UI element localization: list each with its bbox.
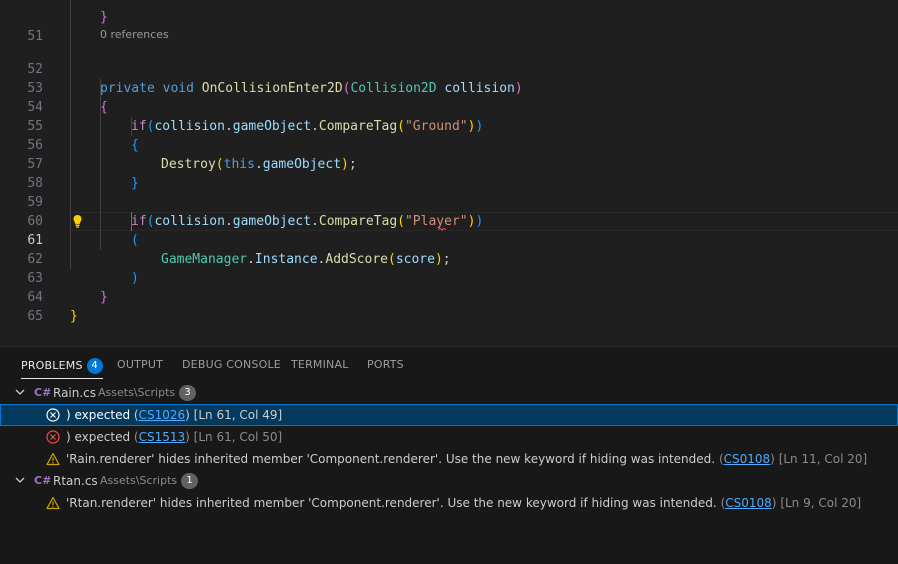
chevron-down-icon[interactable] xyxy=(14,382,26,404)
code-editor[interactable]: } 51 0 references 52 private void OnColl… xyxy=(0,0,898,346)
warning-icon xyxy=(46,452,60,466)
problem-message: ) expected (CS1026) [Ln 61, Col 49] xyxy=(66,408,283,422)
file-path: Assets\Scripts xyxy=(100,474,178,487)
problem-location: [Ln 11, Col 20] xyxy=(778,452,868,466)
problems-count-badge: 4 xyxy=(86,358,103,374)
indent-guide xyxy=(100,79,101,250)
code-line-61[interactable]: 61 GameManager.Instance.AddScore(score); xyxy=(0,212,898,267)
code-line-50[interactable]: } xyxy=(0,0,898,25)
code-line-54[interactable]: 54 if(collision.gameObject.CompareTag("G… xyxy=(0,79,898,134)
problem-item[interactable]: ) expected (CS1513) [Ln 61, Col 50] xyxy=(0,426,898,448)
problem-location: [Ln 61, Col 49] xyxy=(193,408,283,422)
problem-item[interactable]: ) expected (CS1026) [Ln 61, Col 49] xyxy=(0,404,898,426)
tab-label: PROBLEMS xyxy=(21,359,83,372)
csharp-file-icon: C# xyxy=(34,474,52,487)
problem-item[interactable]: 'Rtan.renderer' hides inherited member '… xyxy=(0,492,898,514)
problem-item[interactable]: 'Rain.renderer' hides inherited member '… xyxy=(0,448,898,470)
code-line-60[interactable]: 60 ( xyxy=(0,193,898,248)
code-line-64[interactable]: 64 } xyxy=(0,269,898,324)
csharp-file-icon: C# xyxy=(34,386,52,399)
error-icon xyxy=(46,408,60,422)
file-path: Assets\Scripts xyxy=(98,386,176,399)
problem-count-badge: 1 xyxy=(181,473,198,489)
indent-guide-active xyxy=(131,212,132,231)
error-icon xyxy=(46,430,60,444)
code-line-58[interactable]: 58 xyxy=(0,155,898,191)
tab-output[interactable]: OUTPUT xyxy=(117,358,163,378)
tab-problems[interactable]: PROBLEMS 4 xyxy=(21,358,103,379)
problem-file-group[interactable]: C# Rain.cs Assets\Scripts 3 xyxy=(0,382,898,404)
lightbulb-icon[interactable] xyxy=(71,212,84,231)
code-line-63[interactable]: 63 } xyxy=(0,250,898,305)
line-number: 65 xyxy=(27,309,43,324)
indent-guide xyxy=(70,0,71,269)
code-line-62[interactable]: 62 ) xyxy=(0,231,898,286)
code-line-55[interactable]: 55 { xyxy=(0,98,898,153)
code-line-51[interactable]: 51 xyxy=(0,8,898,44)
chevron-down-icon[interactable] xyxy=(14,470,26,492)
tab-ports[interactable]: PORTS xyxy=(367,358,404,378)
code-line-53[interactable]: 53 { xyxy=(0,60,898,115)
tab-debug-console[interactable]: DEBUG CONSOLE xyxy=(182,358,281,378)
problem-location: [Ln 9, Col 20] xyxy=(780,496,862,510)
warning-icon xyxy=(46,496,60,510)
indent-guide xyxy=(131,117,132,136)
tab-terminal[interactable]: TERMINAL xyxy=(291,358,349,378)
code-line-57[interactable]: 57 } xyxy=(0,136,898,191)
code-line-65[interactable]: 65 xyxy=(0,288,898,324)
problem-location: [Ln 61, Col 50] xyxy=(193,430,283,444)
problem-file-group[interactable]: C# Rtan.cs Assets\Scripts 1 xyxy=(0,470,898,492)
problem-message: ) expected (CS1513) [Ln 61, Col 50] xyxy=(66,430,283,444)
codelens-references[interactable]: 0 references xyxy=(100,28,169,41)
file-name: Rain.cs xyxy=(53,386,97,400)
code-line-52[interactable]: 52 private void OnCollisionEnter2D(Colli… xyxy=(0,41,898,96)
code-line-59[interactable]: 59 if(collision.gameObject.CompareTag("P… xyxy=(0,174,898,229)
diagnostic-code-link[interactable]: CS0108 xyxy=(724,452,771,466)
problem-message: 'Rtan.renderer' hides inherited member '… xyxy=(66,496,862,510)
bottom-panel: PROBLEMS 4 OUTPUT DEBUG CONSOLE TERMINAL … xyxy=(0,346,898,564)
diagnostic-code-link[interactable]: CS1026 xyxy=(139,408,186,422)
diagnostic-code-link[interactable]: CS0108 xyxy=(725,496,772,510)
diagnostic-code-link[interactable]: CS1513 xyxy=(139,430,186,444)
code-line-56[interactable]: 56 Destroy(this.gameObject); xyxy=(0,117,898,172)
file-name: Rtan.cs xyxy=(53,474,98,488)
problem-message: 'Rain.renderer' hides inherited member '… xyxy=(66,452,868,466)
problem-count-badge: 3 xyxy=(179,385,196,401)
